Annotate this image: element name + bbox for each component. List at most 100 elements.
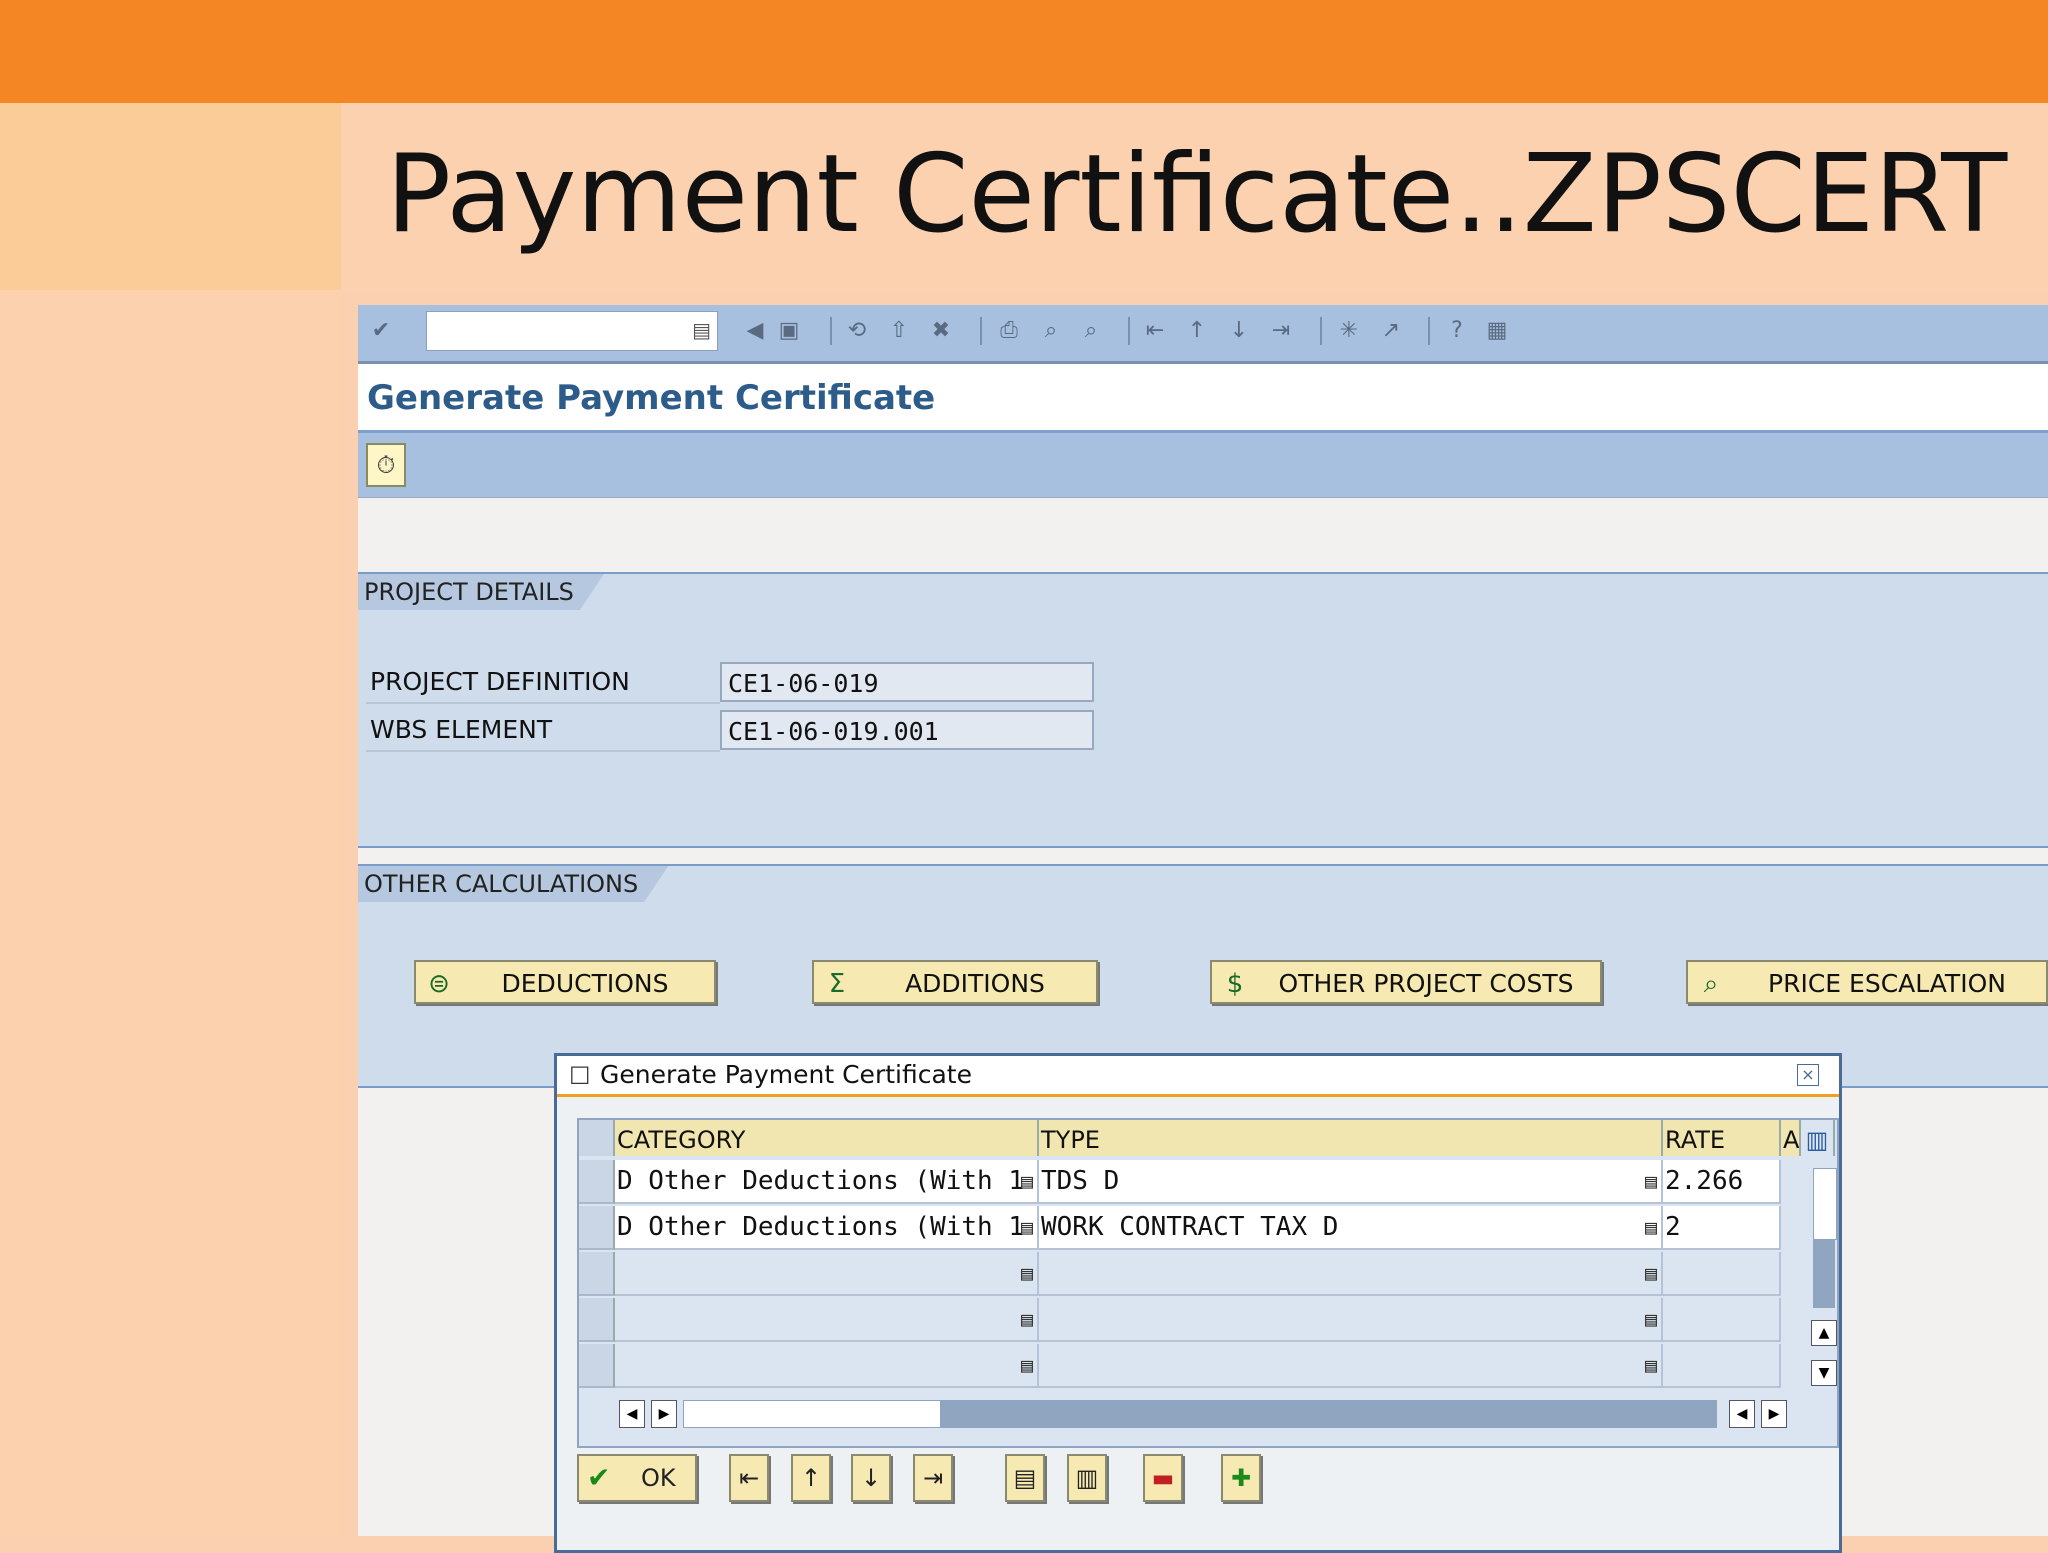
project-definition-label: PROJECT DEFINITION	[366, 662, 720, 704]
f4-help-icon[interactable]: ▤	[1645, 1344, 1657, 1386]
additions-button[interactable]: Σ ADDITIONS	[812, 960, 1098, 1004]
select-all-icon[interactable]: ▤	[1005, 1454, 1045, 1502]
slide-title: Payment Certificate..ZPSCERT	[386, 132, 2008, 257]
help-icon[interactable]: ?	[1442, 316, 1472, 346]
row-selector[interactable]	[579, 1206, 615, 1250]
wbs-element-field[interactable]: CE1-06-019.001	[720, 710, 1094, 750]
slide-left-column	[0, 103, 341, 1536]
table-row-2-rate[interactable]: 2	[1663, 1206, 1781, 1250]
close-icon[interactable]: ×	[1797, 1064, 1819, 1086]
scroll-right-icon[interactable]: ▶	[1761, 1400, 1787, 1428]
magnifier-dollar-icon: ⌕	[1703, 969, 1719, 999]
f4-help-icon[interactable]: ▤	[1021, 1252, 1033, 1294]
exit-icon[interactable]: ⇧	[884, 316, 914, 346]
table-row-3-type[interactable]: ▤	[1039, 1252, 1663, 1296]
deductions-icon: ⊜	[428, 969, 450, 999]
project-details-tab: PROJECT DETAILS	[358, 574, 604, 610]
row-selector[interactable]	[579, 1344, 615, 1388]
screen-title-bar: Generate Payment Certificate	[358, 364, 2048, 433]
f4-help-icon[interactable]: ▤	[1645, 1252, 1657, 1294]
table-row-4-category[interactable]: ▤	[615, 1298, 1039, 1342]
sum-icon: Σ	[828, 969, 846, 999]
table-row-2-type[interactable]: WORK CONTRACT TAX D ▤	[1039, 1206, 1663, 1250]
f4-help-icon[interactable]: ▤	[1021, 1206, 1033, 1248]
table-row-1-rate[interactable]: 2.266	[1663, 1160, 1781, 1204]
other-calculations-tab: OTHER CALCULATIONS	[358, 866, 668, 902]
scroll-up-icon[interactable]: ▲	[1811, 1320, 1837, 1346]
column-header-rate[interactable]: RATE	[1663, 1120, 1781, 1156]
generate-certificate-dialog: ☐ Generate Payment Certificate × CATEGOR…	[554, 1053, 1842, 1553]
table-row-5-type[interactable]: ▤	[1039, 1344, 1663, 1388]
layout-icon[interactable]: ▦	[1482, 316, 1512, 346]
other-project-costs-button[interactable]: $ OTHER PROJECT COSTS	[1210, 960, 1602, 1004]
standard-toolbar: ✔ ▤ ◀ ▣ ⟲ ⇧ ✖ ⎙ ⌕ ⌕ ⇤ ↑ ↓ ⇥ ✳ ↗ ? ▦	[358, 305, 2048, 364]
next-page-icon[interactable]: ↓	[851, 1454, 891, 1502]
table-row-2-category[interactable]: D Other Deductions (With 1 ▤	[615, 1206, 1039, 1250]
column-header-type[interactable]: TYPE	[1039, 1120, 1663, 1156]
command-field[interactable]: ▤	[426, 311, 718, 351]
scroll-left-icon[interactable]: ◀	[619, 1400, 645, 1428]
screen-title: Generate Payment Certificate	[367, 378, 936, 418]
table-settings-icon[interactable]: ▥	[1801, 1120, 1835, 1156]
back-icon[interactable]: ◀	[740, 316, 770, 346]
row-selector[interactable]	[579, 1252, 615, 1296]
column-header-a[interactable]: A	[1781, 1120, 1801, 1156]
table-row-1-category[interactable]: D Other Deductions (With 1 ▤	[615, 1160, 1039, 1204]
find-next-icon[interactable]: ⌕	[1076, 316, 1106, 346]
f4-help-icon[interactable]: ▤	[1021, 1298, 1033, 1340]
deselect-all-icon[interactable]: ▥	[1067, 1454, 1107, 1502]
first-page-icon[interactable]: ⇤	[1140, 316, 1170, 346]
price-escalation-button[interactable]: ⌕ PRICE ESCALATION	[1686, 960, 2048, 1004]
new-session-icon[interactable]: ✳	[1334, 316, 1364, 346]
table-row-4-rate[interactable]	[1663, 1298, 1781, 1342]
table-row-3-rate[interactable]	[1663, 1252, 1781, 1296]
previous-page-icon[interactable]: ↑	[791, 1454, 831, 1502]
back-nav-icon[interactable]: ⟲	[842, 316, 872, 346]
first-page-icon[interactable]: ⇤	[729, 1454, 769, 1502]
application-toolbar: ⏱	[358, 433, 2048, 498]
horizontal-scrollbar[interactable]: ◀ ▶ ◀ ▶	[619, 1400, 1819, 1430]
save-icon[interactable]: ▣	[774, 316, 804, 346]
table-row-1-type[interactable]: TDS D ▤	[1039, 1160, 1663, 1204]
f4-help-icon[interactable]: ▤	[1021, 1344, 1033, 1386]
shortcut-icon[interactable]: ↗	[1376, 316, 1406, 346]
dialog-window-icon: ☐	[569, 1062, 591, 1090]
vertical-scrollbar[interactable]: ▲ ▼	[1811, 1164, 1839, 1394]
select-all-cell[interactable]	[579, 1120, 615, 1156]
print-icon[interactable]: ⎙	[994, 316, 1024, 346]
delete-row-icon[interactable]: ▬	[1143, 1454, 1183, 1502]
f4-help-icon[interactable]: ▤	[1021, 1160, 1033, 1202]
dialog-title-bar: ☐ Generate Payment Certificate ×	[557, 1056, 1839, 1097]
cancel-icon[interactable]: ✖	[926, 316, 956, 346]
row-selector[interactable]	[579, 1160, 615, 1204]
table-row-3-category[interactable]: ▤	[615, 1252, 1039, 1296]
deductions-button[interactable]: ⊜ DEDUCTIONS	[414, 960, 716, 1004]
execute-icon[interactable]: ⏱	[366, 443, 406, 487]
last-page-icon[interactable]: ⇥	[1266, 316, 1296, 346]
scroll-right-icon[interactable]: ▶	[651, 1400, 677, 1428]
check-icon: ✔	[587, 1461, 611, 1494]
scroll-left-icon[interactable]: ◀	[1729, 1400, 1755, 1428]
project-definition-field[interactable]: CE1-06-019	[720, 662, 1094, 702]
insert-row-icon[interactable]: ✚	[1221, 1454, 1261, 1502]
next-page-icon[interactable]: ↓	[1224, 316, 1254, 346]
ok-button[interactable]: ✔ OK	[577, 1454, 697, 1502]
project-details-frame: PROJECT DETAILS PROJECT DEFINITION CE1-0…	[358, 572, 2048, 848]
find-icon[interactable]: ⌕	[1036, 316, 1066, 346]
table-row-5-rate[interactable]	[1663, 1344, 1781, 1388]
f4-help-icon[interactable]: ▤	[1645, 1160, 1657, 1202]
previous-page-icon[interactable]: ↑	[1182, 316, 1212, 346]
enter-icon[interactable]: ✔	[366, 316, 396, 346]
f4-help-icon[interactable]: ▤	[1645, 1298, 1657, 1340]
row-selector[interactable]	[579, 1298, 615, 1342]
dialog-title: Generate Payment Certificate	[600, 1060, 972, 1089]
table-row-4-type[interactable]: ▤	[1039, 1298, 1663, 1342]
table-row-5-category[interactable]: ▤	[615, 1344, 1039, 1388]
scroll-down-icon[interactable]: ▼	[1811, 1360, 1837, 1386]
f4-help-icon[interactable]: ▤	[1645, 1206, 1657, 1248]
command-field-dropdown-icon[interactable]: ▤	[692, 318, 711, 342]
slide-top-bar	[0, 0, 2048, 103]
dollar-icon: $	[1226, 969, 1244, 999]
last-page-icon[interactable]: ⇥	[913, 1454, 953, 1502]
column-header-category[interactable]: CATEGORY	[615, 1120, 1039, 1156]
